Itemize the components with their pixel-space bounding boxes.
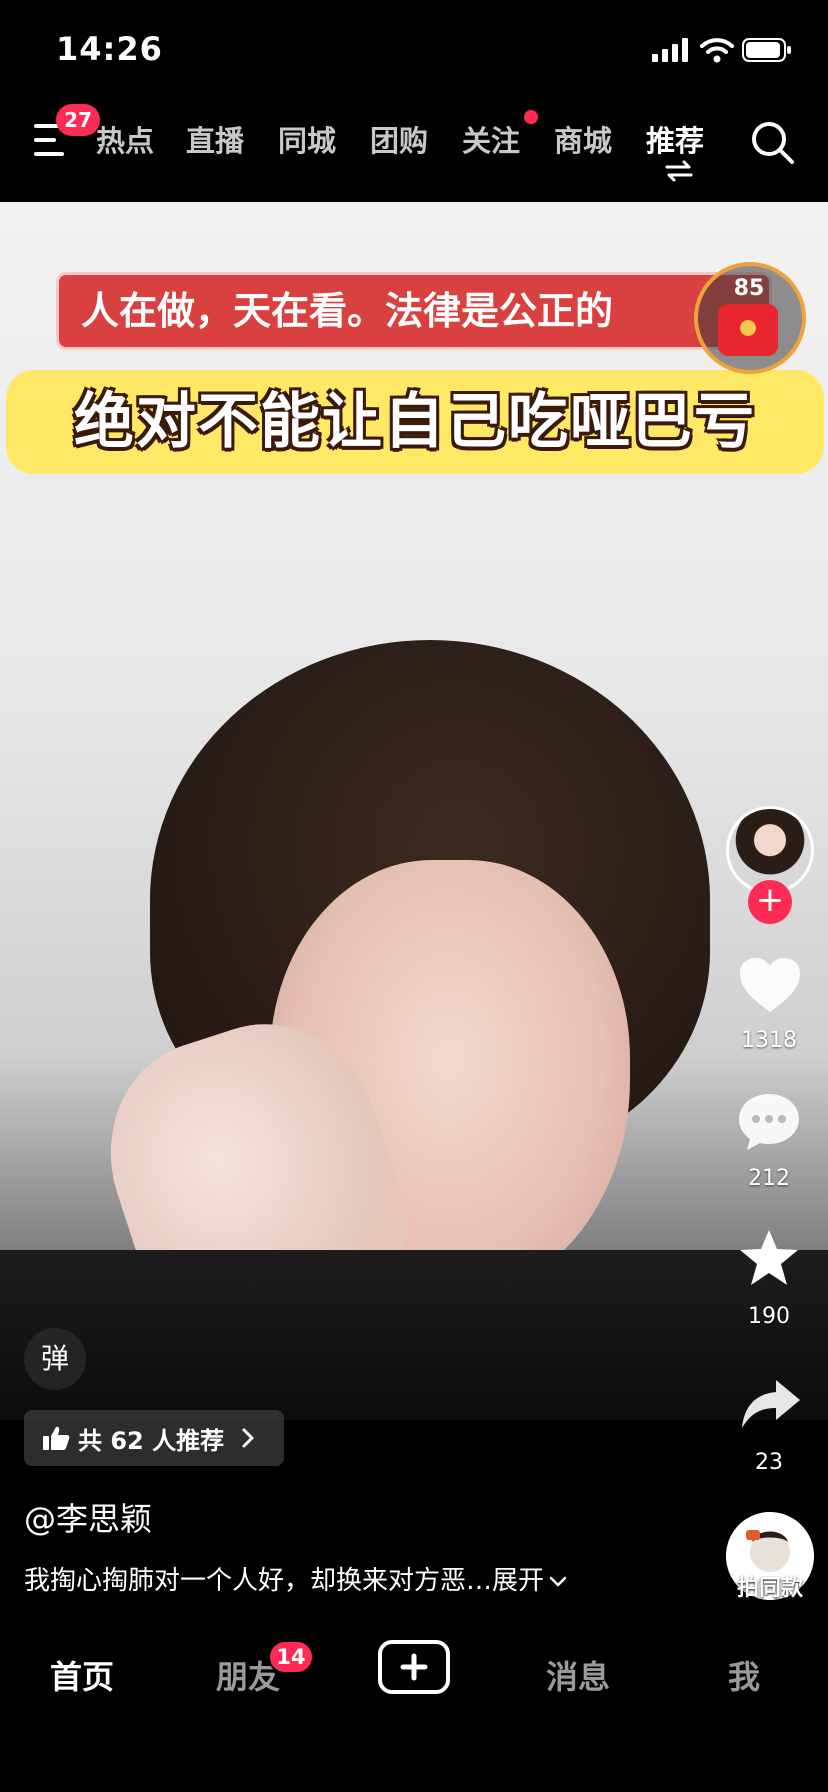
video-description: 我掏心掏肺对一个人好，却换来对方恶…展开: [24, 1560, 568, 1597]
video-person-coat: [0, 1250, 828, 1420]
battery-icon: [742, 38, 791, 62]
comment-icon[interactable]: [736, 1092, 802, 1152]
video-caption-top: 人在做，天在看。法律是公正的: [56, 272, 772, 350]
chevron-down-icon[interactable]: [548, 1575, 568, 1589]
share-count: 23: [755, 1450, 783, 1475]
search-icon[interactable]: [748, 118, 796, 166]
chevron-right-icon: [242, 1428, 254, 1448]
tab-nearby[interactable]: 同城: [278, 118, 336, 160]
cellular-signal-icon: [652, 38, 688, 62]
recommend-label: 共 62 人推荐: [78, 1426, 225, 1455]
same-style-label: 拍同款: [736, 1576, 803, 1601]
friends-badge: 14: [268, 1640, 314, 1674]
author-name[interactable]: @李思颖: [24, 1494, 152, 1540]
following-new-dot: [524, 110, 538, 124]
tab-recommended[interactable]: 推荐: [646, 118, 704, 160]
tab-following[interactable]: 关注: [462, 118, 520, 160]
thumbs-up-icon: [43, 1426, 70, 1450]
wifi-icon: [700, 38, 734, 63]
tab-mall[interactable]: 商城: [554, 118, 612, 160]
star-icon[interactable]: [738, 1228, 800, 1288]
share-icon[interactable]: [740, 1378, 802, 1430]
red-packet-count: 85: [733, 276, 765, 301]
recommend-pill[interactable]: 共 62 人推荐: [24, 1410, 285, 1466]
expand-link[interactable]: 展开: [492, 1566, 544, 1596]
switch-arrows-icon[interactable]: [664, 160, 694, 182]
danmaku-toggle-button[interactable]: 弹: [24, 1328, 86, 1390]
create-post-button[interactable]: [378, 1640, 450, 1694]
tab-live[interactable]: 直播: [186, 118, 244, 160]
tab-hot[interactable]: 热点: [96, 118, 154, 160]
favorite-count: 190: [748, 1304, 790, 1329]
status-time: 14:26: [56, 30, 163, 68]
red-packet-icon: [718, 304, 778, 356]
plus-icon: [400, 1653, 428, 1681]
tab-group-buy[interactable]: 团购: [370, 118, 428, 160]
menu-badge: 27: [56, 104, 100, 136]
comment-count: 212: [748, 1166, 790, 1191]
follow-button[interactable]: +: [748, 880, 792, 924]
heart-icon[interactable]: [738, 956, 802, 1014]
like-count: 1318: [741, 1028, 797, 1053]
tab-messages[interactable]: 消息: [518, 1652, 638, 1698]
tab-home[interactable]: 首页: [22, 1652, 142, 1698]
description-text: 我掏心掏肺对一个人好，却换来对方恶…: [24, 1566, 493, 1596]
video-caption-main: 绝对不能让自己吃哑巴亏: [6, 370, 824, 474]
tab-me[interactable]: 我: [684, 1652, 804, 1698]
